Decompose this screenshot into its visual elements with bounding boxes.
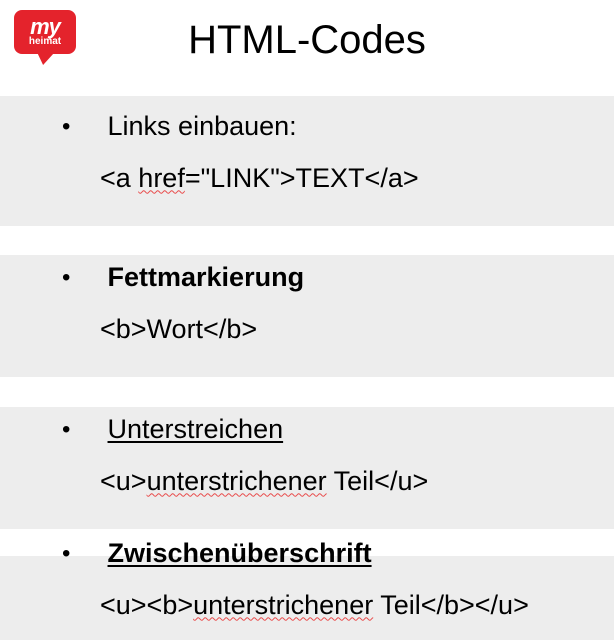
section-zwischenueberschrift: Zwischenüberschrift <u><b>unterstrichene…	[62, 535, 582, 640]
section-fettmarkierung: Fettmarkierung <b>Wort</b>	[62, 259, 582, 364]
page-title: HTML-Codes	[0, 18, 614, 63]
code-fragment: href	[138, 163, 185, 193]
section-heading: Zwischenüberschrift	[62, 535, 582, 571]
section-heading: Unterstreichen	[62, 411, 582, 447]
section-unterstreichen: Unterstreichen <u>unterstrichener Teil</…	[62, 411, 582, 516]
section-heading: Fettmarkierung	[62, 259, 582, 295]
section-code: <u>unterstrichener Teil</u>	[62, 463, 582, 499]
code-fragment: unterstrichener	[193, 590, 373, 620]
heading-text: Fettmarkierung	[108, 262, 305, 292]
heading-text: Unterstreichen	[108, 414, 284, 444]
code-fragment: unterstrichener	[147, 466, 327, 496]
heading-text: Zwischenüberschrift	[108, 538, 372, 568]
section-code: <b>Wort</b>	[62, 311, 582, 347]
heading-text: Links einbauen:	[108, 111, 297, 141]
section-code: <u><b>unterstrichener Teil</b></u>	[62, 587, 582, 623]
section-code: <a href="LINK">TEXT</a>	[62, 160, 582, 196]
section-links-einbauen: Links einbauen: <a href="LINK">TEXT</a>	[62, 108, 582, 213]
section-heading: Links einbauen:	[62, 108, 582, 144]
